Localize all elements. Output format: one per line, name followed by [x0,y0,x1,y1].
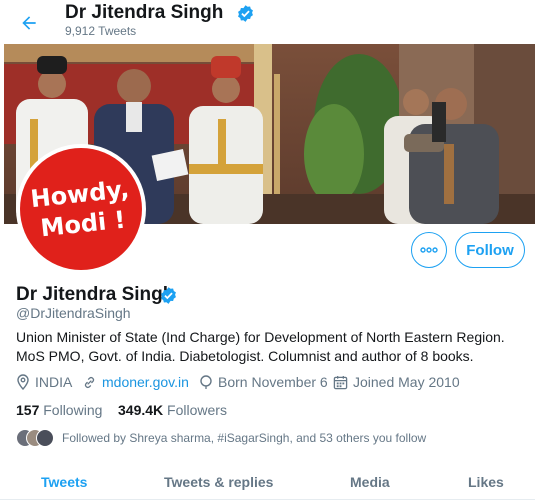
back-button[interactable] [14,8,44,38]
tab-media[interactable]: Media [350,474,390,490]
followers-label: Followers [167,402,227,418]
joined-item: Joined May 2010 [333,374,460,390]
link-icon [84,376,95,388]
followed-by[interactable]: Followed by Shreya sharma, #iSagarSingh,… [16,428,426,448]
avatar-text: Howdy, Modi ! [29,174,134,244]
tab-tweets[interactable]: Tweets [41,474,87,490]
verified-badge-icon [238,5,253,22]
followers-count: 349.4K [118,402,164,418]
avatar [36,429,54,447]
followers-link[interactable]: 349.4K Followers [118,402,227,418]
followed-by-text: Followed by Shreya sharma, #iSagarSingh,… [62,431,427,445]
top-bar: Dr Jitendra Singh 9,912 Tweets [0,0,535,44]
more-dots-icon [420,247,438,253]
following-count: 157 [16,402,40,418]
website-link[interactable]: mdoner.gov.in [102,374,189,390]
birthday-item: Born November 6 [199,374,328,390]
birthday-text: Born November 6 [218,374,328,390]
follow-button[interactable]: Follow [455,232,525,268]
tab-tweets-and-replies[interactable]: Tweets & replies [164,474,273,490]
following-link[interactable]: 157 Following [16,402,102,418]
back-arrow-icon [22,16,36,30]
location-icon [17,374,29,390]
location-item: INDIA [16,374,72,390]
calendar-icon [333,375,348,389]
avatar-image: Howdy, Modi ! [20,148,142,270]
followers-you-know-avatars [16,429,56,447]
birthday-icon [200,375,212,389]
website-item[interactable]: mdoner.gov.in [82,374,189,390]
header-name: Dr Jitendra Singh [65,2,224,23]
location-text: INDIA [35,374,73,390]
tab-likes[interactable]: Likes [468,474,504,490]
profile-name: Dr Jitendra Singh [16,284,175,305]
profile-handle: @DrJitendraSingh [16,305,131,321]
joined-text: Joined May 2010 [353,374,460,390]
avatar[interactable]: Howdy, Modi ! [16,144,146,274]
tweet-count: 9,912 Tweets [65,24,137,38]
more-options-button[interactable] [411,232,447,268]
profile-bio: Union Minister of State (Ind Charge) for… [16,329,505,364]
profile-tabs: Tweets Tweets & replies Media Likes [0,460,535,500]
following-label: Following [43,402,103,418]
verified-badge-icon [161,287,176,304]
